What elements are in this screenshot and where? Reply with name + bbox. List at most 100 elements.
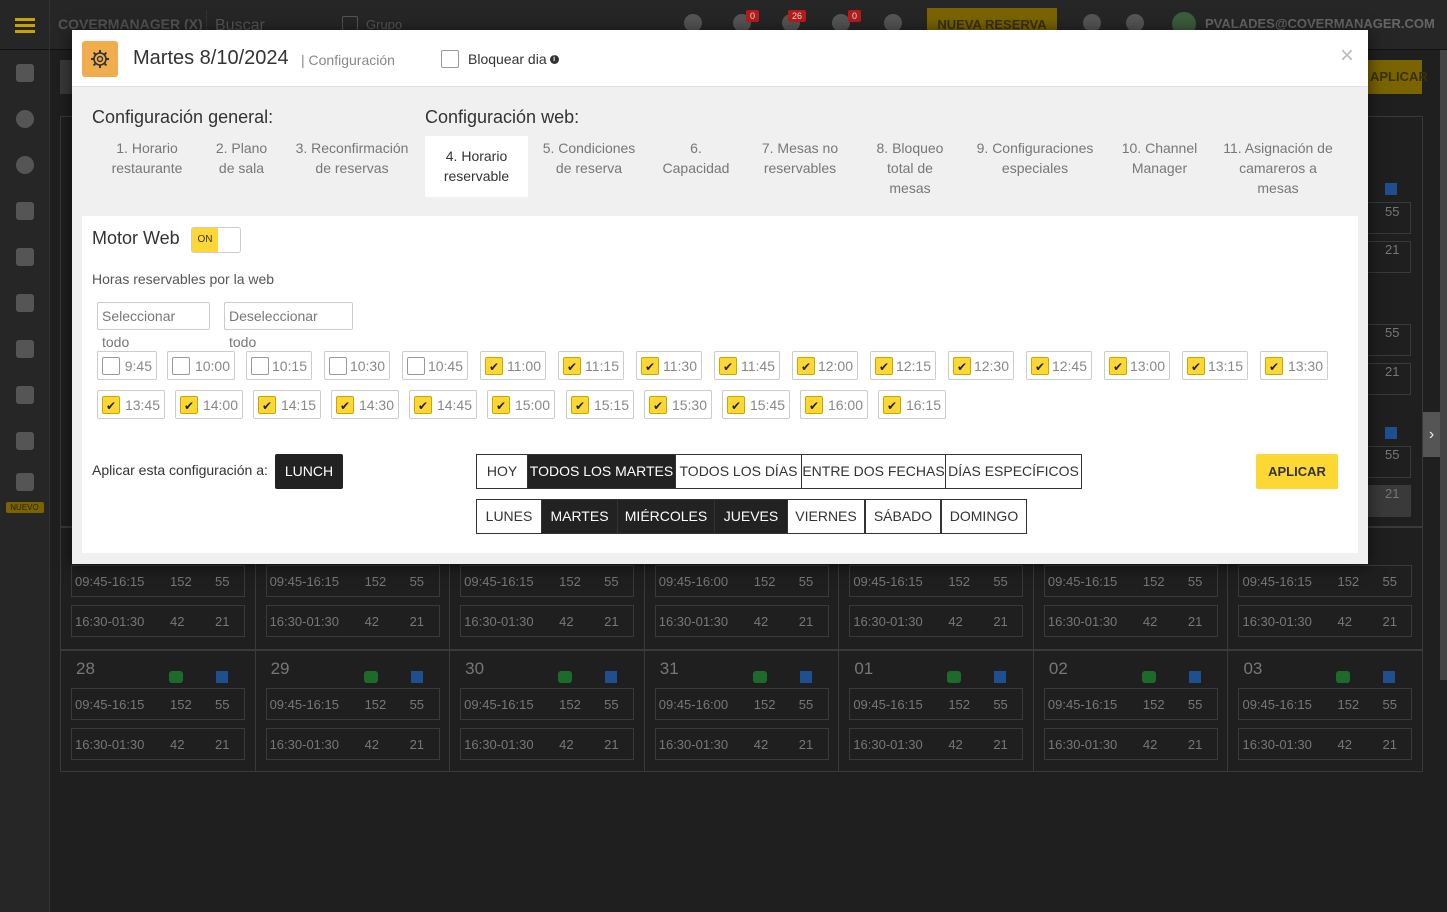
user-menu[interactable]: PVALADES@COVERMANAGER.COM: [1205, 16, 1435, 31]
checked-icon[interactable]: [719, 357, 737, 376]
chevron-right-icon[interactable]: ›: [1423, 412, 1440, 457]
hour-checkbox[interactable]: 13:30: [1260, 351, 1328, 380]
shift-slot[interactable]: 09:45-16:15 152 55: [1043, 565, 1218, 597]
shift-slot[interactable]: 09:45-16:15 152 55: [849, 565, 1024, 597]
hour-checkbox[interactable]: 14:00: [175, 390, 243, 419]
hour-checkbox[interactable]: 11:45: [714, 351, 780, 380]
block-day-checkbox[interactable]: Bloquear dia i: [441, 50, 559, 68]
tab-config-3[interactable]: 3. Reconfirmación de reservas: [288, 138, 416, 178]
motor-web-toggle[interactable]: ON: [191, 227, 241, 253]
tab-config-7[interactable]: 7. Mesas no reservables: [747, 138, 853, 178]
shift-slot[interactable]: 16:30-01:30 42 21: [654, 728, 829, 760]
checked-icon[interactable]: [571, 396, 589, 415]
sidebar-item-calls[interactable]: [0, 280, 50, 326]
shift-slot[interactable]: 09:45-16:15 152 55: [1238, 688, 1413, 720]
hour-checkbox[interactable]: 12:30: [948, 351, 1014, 380]
weekday-button[interactable]: VIERNES: [787, 499, 865, 534]
sidebar-item-settings[interactable]: [0, 142, 50, 188]
checked-icon[interactable]: [336, 396, 354, 415]
hour-checkbox[interactable]: 11:15: [558, 351, 624, 380]
unchecked-icon[interactable]: [329, 357, 347, 375]
calendar-day[interactable]: 31 09:45-16:00 152 55 16:30-01:30 42 21: [645, 651, 840, 771]
checked-icon[interactable]: [492, 396, 510, 415]
checked-icon[interactable]: [180, 396, 198, 415]
calendar-day[interactable]: 03 09:45-16:15 152 55 16:30-01:30 42 21: [1228, 651, 1422, 771]
shift-slot[interactable]: 16:30-01:30 42 21: [1043, 728, 1218, 760]
shift-slot[interactable]: 16:30-01:30 42 21: [71, 728, 245, 760]
tab-config-5[interactable]: 5. Condiciones de reserva: [537, 138, 641, 178]
tab-config-2[interactable]: 2. Plano de sala: [205, 138, 278, 178]
calendar-day[interactable]: 28 09:45-16:15 152 55 16:30-01:30 42 21: [61, 651, 256, 771]
unchecked-icon[interactable]: [251, 357, 269, 375]
sidebar-item-delivery[interactable]: [0, 234, 50, 280]
shift-slot[interactable]: 16:30-01:30 42 21: [849, 728, 1024, 760]
shift-slot[interactable]: 09:45-16:15 152 55: [265, 688, 440, 720]
calendar-day[interactable]: 02 09:45-16:15 152 55 16:30-01:30 42 21: [1034, 651, 1229, 771]
checked-icon[interactable]: [805, 396, 823, 415]
sidebar-item-clients[interactable]: [0, 96, 50, 142]
checked-icon[interactable]: [1265, 357, 1283, 376]
tab-config-6[interactable]: 6. Capacidad: [656, 138, 736, 178]
shift-slot[interactable]: 16:30-01:30 42 21: [460, 728, 635, 760]
hour-checkbox[interactable]: 14:15: [253, 390, 321, 419]
checked-icon[interactable]: [258, 396, 276, 415]
deselect-all-button[interactable]: Deseleccionar todo: [224, 302, 353, 350]
hour-checkbox[interactable]: 12:15: [870, 351, 936, 380]
hour-checkbox[interactable]: 11:30: [636, 351, 702, 380]
hour-checkbox[interactable]: 15:30: [644, 390, 712, 419]
hour-checkbox[interactable]: 11:00: [480, 351, 546, 380]
shift-slot[interactable]: 09:45-16:15 152 55: [71, 565, 245, 597]
hour-checkbox[interactable]: 13:00: [1104, 351, 1170, 380]
checked-icon[interactable]: [727, 396, 745, 415]
shift-slot[interactable]: 16:30-01:30 42 21: [1238, 728, 1413, 760]
unchecked-icon[interactable]: [407, 357, 425, 375]
hour-checkbox[interactable]: 15:45: [722, 390, 790, 419]
hour-checkbox[interactable]: 13:45: [97, 390, 165, 419]
shift-slot[interactable]: 09:45-16:15 152 55: [71, 688, 245, 720]
hour-checkbox[interactable]: 10:00: [167, 351, 235, 380]
weekday-button[interactable]: JUEVES: [714, 499, 788, 534]
tab-config-9[interactable]: 9. Configuraciones especiales: [969, 138, 1101, 178]
hour-checkbox[interactable]: 10:45: [402, 351, 468, 380]
hour-checkbox[interactable]: 14:45: [409, 390, 477, 419]
calendar-day[interactable]: 01 09:45-16:15 152 55 16:30-01:30 42 21: [839, 651, 1034, 771]
hour-checkbox[interactable]: 13:15: [1182, 351, 1248, 380]
shift-slot[interactable]: 16:30-01:30 42 21: [1043, 605, 1218, 637]
tab-config-4[interactable]: 4. Horario reservable: [425, 136, 528, 197]
shift-slot[interactable]: 09:45-16:15 152 55: [1043, 688, 1218, 720]
checked-icon[interactable]: [953, 357, 971, 376]
weekday-button[interactable]: DOMINGO: [941, 499, 1027, 534]
shift-slot[interactable]: 09:45-16:15 152 55: [460, 565, 635, 597]
checked-icon[interactable]: [414, 396, 432, 415]
range-option-button[interactable]: DÍAS ESPECÍFICOS: [945, 454, 1082, 489]
range-option-button[interactable]: TODOS LOS MARTES: [527, 454, 676, 489]
shift-slot[interactable]: 09:45-16:15 152 55: [1238, 565, 1413, 597]
lunch-shift-button[interactable]: LUNCH: [275, 454, 343, 489]
checked-icon[interactable]: [563, 357, 581, 376]
checked-icon[interactable]: [1031, 357, 1049, 376]
hour-checkbox[interactable]: 9:45: [97, 351, 157, 380]
hour-checkbox[interactable]: 16:15: [878, 390, 946, 419]
shift-slot[interactable]: 09:45-16:15 152 55: [849, 688, 1024, 720]
shift-slot[interactable]: 16:30-01:30 42 21: [654, 605, 829, 637]
sidebar-item-tables[interactable]: [0, 372, 50, 418]
shift-slot[interactable]: 16:30-01:30 42 21: [265, 728, 440, 760]
hamburger-menu-icon[interactable]: [0, 0, 50, 50]
tab-config-10[interactable]: 10. Channel Manager: [1111, 138, 1208, 178]
checked-icon[interactable]: [641, 357, 659, 376]
background-apply-button[interactable]: APLICAR: [1366, 60, 1428, 94]
sidebar-item-tickets[interactable]: [0, 464, 50, 500]
page-scrollbar[interactable]: [1440, 50, 1447, 680]
range-option-button[interactable]: ENTRE DOS FECHAS: [801, 454, 946, 489]
checked-icon[interactable]: [649, 396, 667, 415]
hour-checkbox[interactable]: 15:00: [487, 390, 555, 419]
close-icon[interactable]: ×: [1340, 44, 1354, 68]
shift-slot[interactable]: 16:30-01:30 42 21: [71, 605, 245, 637]
shift-slot[interactable]: 09:45-16:00 152 55: [654, 688, 829, 720]
unchecked-icon[interactable]: [172, 357, 190, 375]
shift-slot[interactable]: 16:30-01:30 42 21: [1238, 605, 1413, 637]
checked-icon[interactable]: [1109, 357, 1127, 376]
shift-slot[interactable]: 09:45-16:15 152 55: [265, 565, 440, 597]
checked-icon[interactable]: [797, 357, 815, 376]
sidebar-item-service[interactable]: [0, 326, 50, 372]
